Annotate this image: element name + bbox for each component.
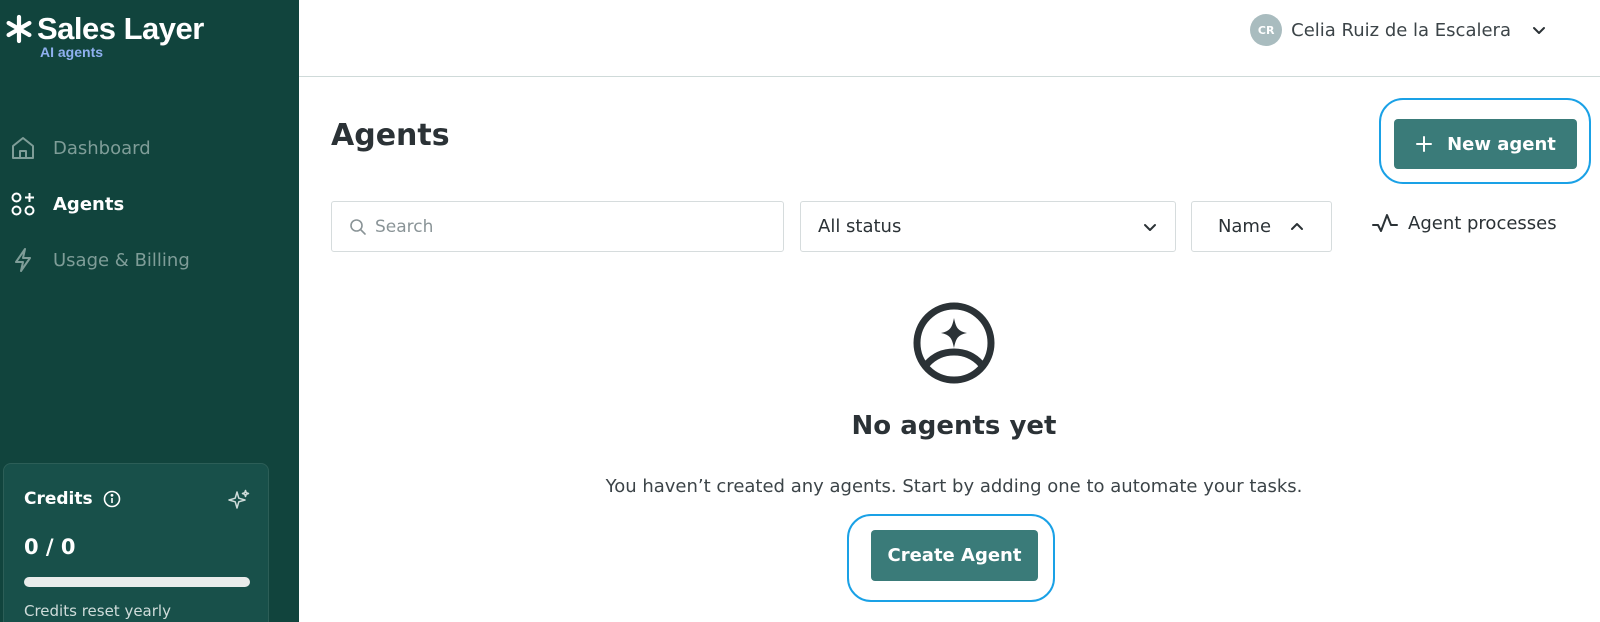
top-header: CR Celia Ruiz de la Escalera	[299, 0, 1600, 77]
credits-panel: Credits 0 / 0 Credits reset yearly	[3, 463, 269, 622]
agent-placeholder-icon	[913, 302, 995, 384]
sidebar-item-label: Usage & Billing	[53, 249, 190, 271]
user-name: Celia Ruiz de la Escalera	[1291, 19, 1511, 41]
create-agent-button[interactable]: Create Agent	[871, 530, 1038, 581]
new-agent-label: New agent	[1447, 133, 1556, 155]
page-title: Agents	[331, 118, 450, 153]
credits-value: 0 / 0	[24, 535, 76, 559]
agent-processes-link[interactable]: Agent processes	[1372, 212, 1557, 234]
lightning-icon	[10, 247, 36, 273]
sidebar-item-usage-billing[interactable]: Usage & Billing	[0, 232, 299, 288]
agents-icon	[10, 191, 36, 217]
asterisk-logo-icon	[6, 14, 32, 44]
sort-name-button[interactable]: Name	[1191, 201, 1332, 252]
status-filter-value: All status	[818, 216, 902, 237]
chevron-down-icon	[1533, 27, 1545, 34]
chevron-down-icon	[1144, 223, 1156, 231]
credits-progress-bar	[24, 577, 250, 587]
empty-state-description: You haven’t created any agents. Start by…	[605, 476, 1303, 497]
search-icon	[350, 218, 366, 235]
new-agent-button[interactable]: New agent	[1394, 119, 1577, 169]
avatar: CR	[1250, 14, 1283, 46]
logo[interactable]: Sales Layer	[4, 12, 204, 46]
empty-state-title: No agents yet	[851, 411, 1057, 441]
credits-note: Credits reset yearly	[24, 602, 171, 620]
status-filter-select[interactable]: All status	[800, 201, 1176, 252]
sidebar-nav: Dashboard Agents Usage & Billing	[0, 120, 299, 288]
sort-label: Name	[1217, 216, 1272, 237]
sidebar-item-dashboard[interactable]: Dashboard	[0, 120, 299, 176]
sparkle-icon	[228, 489, 250, 509]
info-icon[interactable]	[103, 490, 121, 508]
user-menu[interactable]: CR Celia Ruiz de la Escalera	[1250, 14, 1547, 46]
search-box[interactable]	[331, 201, 784, 252]
sidebar-item-label: Agents	[53, 193, 125, 215]
credits-title-label: Credits	[24, 489, 93, 509]
credits-title: Credits	[24, 489, 121, 509]
plus-icon	[1416, 136, 1433, 152]
sidebar: Sales Layer AI agents Dashboard Agents U…	[0, 0, 299, 622]
home-icon	[10, 135, 36, 161]
agent-processes-label: Agent processes	[1408, 212, 1557, 234]
brand-subtitle: AI agents	[40, 44, 104, 60]
chevron-up-icon	[1291, 222, 1304, 230]
search-input[interactable]	[375, 216, 755, 237]
sidebar-item-agents[interactable]: Agents	[0, 176, 299, 232]
activity-icon	[1372, 214, 1398, 232]
sidebar-item-label: Dashboard	[53, 137, 151, 159]
brand-name: Sales Layer	[37, 11, 204, 46]
